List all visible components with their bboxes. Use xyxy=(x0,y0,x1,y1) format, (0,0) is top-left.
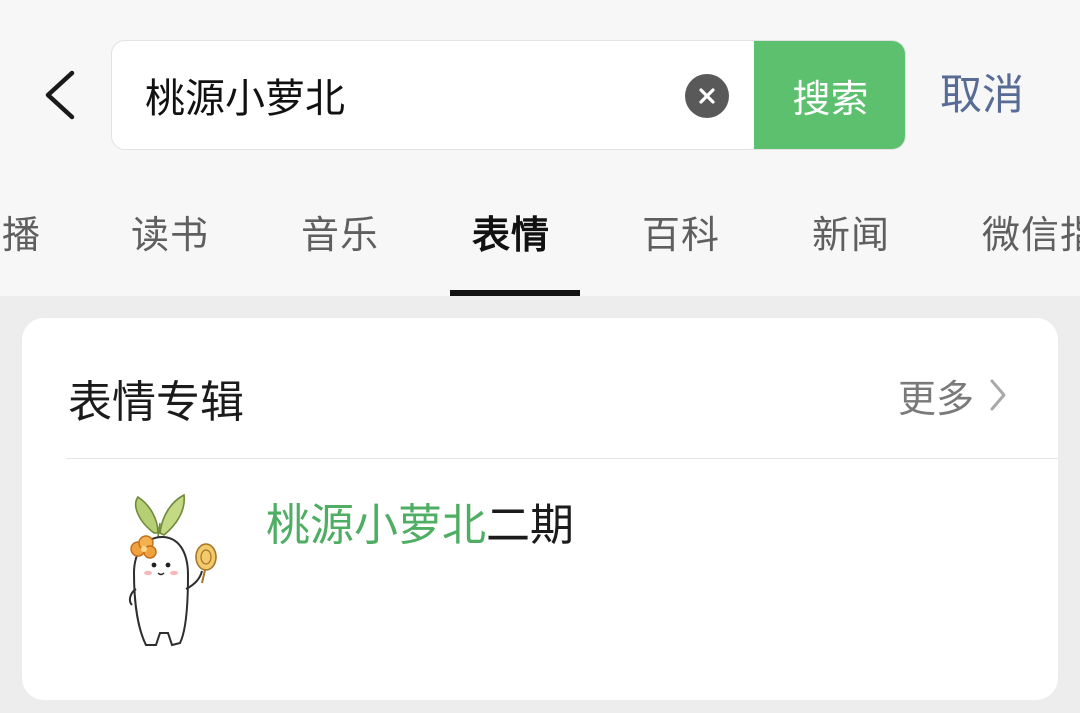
search-bar: 搜索 xyxy=(111,40,906,150)
more-label: 更多 xyxy=(897,376,974,421)
close-icon xyxy=(699,88,715,104)
radish-character-sticker-icon xyxy=(128,493,217,647)
category-tabs: 播 读书 音乐 表情 百科 新闻 微信指 xyxy=(0,190,1080,296)
active-tab-indicator xyxy=(450,290,580,296)
tab-stickers[interactable]: 表情 xyxy=(472,204,550,259)
tab-music[interactable]: 音乐 xyxy=(301,204,379,259)
search-input[interactable] xyxy=(112,41,672,149)
back-button[interactable] xyxy=(30,60,90,130)
tab-encyclopedia[interactable]: 百科 xyxy=(642,204,720,259)
result-title: 桃源小萝北二期 xyxy=(266,489,574,553)
chevron-left-icon xyxy=(45,70,75,120)
search-header: 搜索 取消 播 读书 音乐 表情 百科 新闻 微信指 xyxy=(0,0,1080,296)
section-title: 表情专辑 xyxy=(68,377,244,428)
tab-partial[interactable]: 播 xyxy=(2,204,41,259)
cancel-button[interactable]: 取消 xyxy=(940,62,1024,128)
result-title-rest: 二期 xyxy=(486,500,574,551)
more-link[interactable]: 更多 xyxy=(897,370,1008,421)
tab-reading[interactable]: 读书 xyxy=(131,204,209,259)
sticker-albums-card: 表情专辑 更多 桃源小萝北二期 xyxy=(22,318,1058,700)
list-item[interactable]: 桃源小萝北二期 xyxy=(66,459,1058,699)
tab-wechat-index[interactable]: 微信指 xyxy=(982,204,1080,259)
clear-search-button[interactable] xyxy=(685,74,729,118)
tab-news[interactable]: 新闻 xyxy=(812,204,890,259)
chevron-right-icon xyxy=(990,379,1006,411)
search-button[interactable]: 搜索 xyxy=(754,41,905,149)
result-title-highlight: 桃源小萝北 xyxy=(266,500,486,551)
